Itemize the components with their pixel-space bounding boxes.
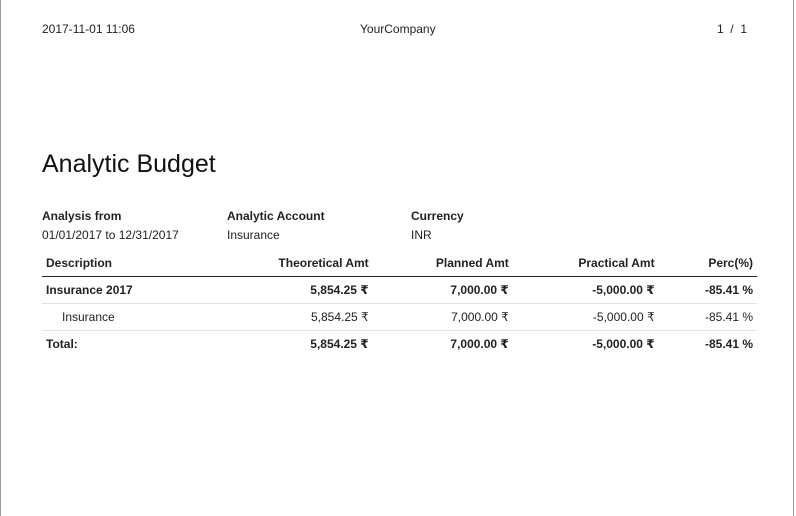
total-perc: -85.41 % [704,337,753,351]
currency: Currency INR [411,209,464,242]
table-total-row: Total: 5,854.25 ₹ 7,000.00 ₹ -5,000.00 ₹… [42,331,757,358]
analysis-period: Analysis from 01/01/2017 to 12/31/2017 [42,209,179,242]
row-perc: -85.41 % [658,276,757,304]
row-planned-amt: 7,000.00 ₹ [372,303,513,331]
currency-value: INR [411,228,432,242]
analytic-account: Analytic Account Insurance [227,209,325,242]
analytic-account-label: Analytic Account [227,209,325,223]
row-description: Insurance [42,303,215,331]
analysis-from-label: Analysis from [42,209,122,223]
row-theoretical-amt: 5,854.25 ₹ [214,303,373,331]
total-theoretical-amt: 5,854.25 ₹ [310,337,369,351]
currency-label: Currency [411,209,464,223]
row-theoretical-amt: 5,854.25 ₹ [214,276,373,304]
report-datetime: 2017-11-01 11:06 [42,22,135,36]
total-label: Total: [46,337,78,351]
total-practical-amt: -5,000.00 ₹ [592,337,655,351]
total-planned-amt: 7,000.00 ₹ [450,337,509,351]
col-theoretical-amt: Theoretical Amt [214,250,373,277]
report-title: Analytic Budget [42,150,216,178]
col-perc: Perc(%) [658,250,757,277]
budget-table: Description Theoretical Amt Planned Amt … [42,250,757,357]
col-planned-amt: Planned Amt [372,250,513,277]
analysis-from-value: 01/01/2017 to 12/31/2017 [42,228,179,242]
table-header-row: Description Theoretical Amt Planned Amt … [42,250,757,277]
row-planned-amt: 7,000.00 ₹ [372,276,513,304]
table-row-group: Insurance 2017 5,854.25 ₹ 7,000.00 ₹ -5,… [42,276,757,304]
row-description: Insurance 2017 [42,276,215,304]
page-counter: 1 / 1 [716,22,747,36]
col-description: Description [42,250,215,277]
analytic-account-value: Insurance [227,228,280,242]
row-practical-amt: -5,000.00 ₹ [512,276,659,304]
report-page: 2017-11-01 11:06 YourCompany 1 / 1 Analy… [0,0,794,516]
col-practical-amt: Practical Amt [512,250,659,277]
company-name: YourCompany [360,22,436,36]
table-row: Insurance 5,854.25 ₹ 7,000.00 ₹ -5,000.0… [42,303,757,331]
row-perc: -85.41 % [658,303,757,331]
row-practical-amt: -5,000.00 ₹ [512,303,659,331]
